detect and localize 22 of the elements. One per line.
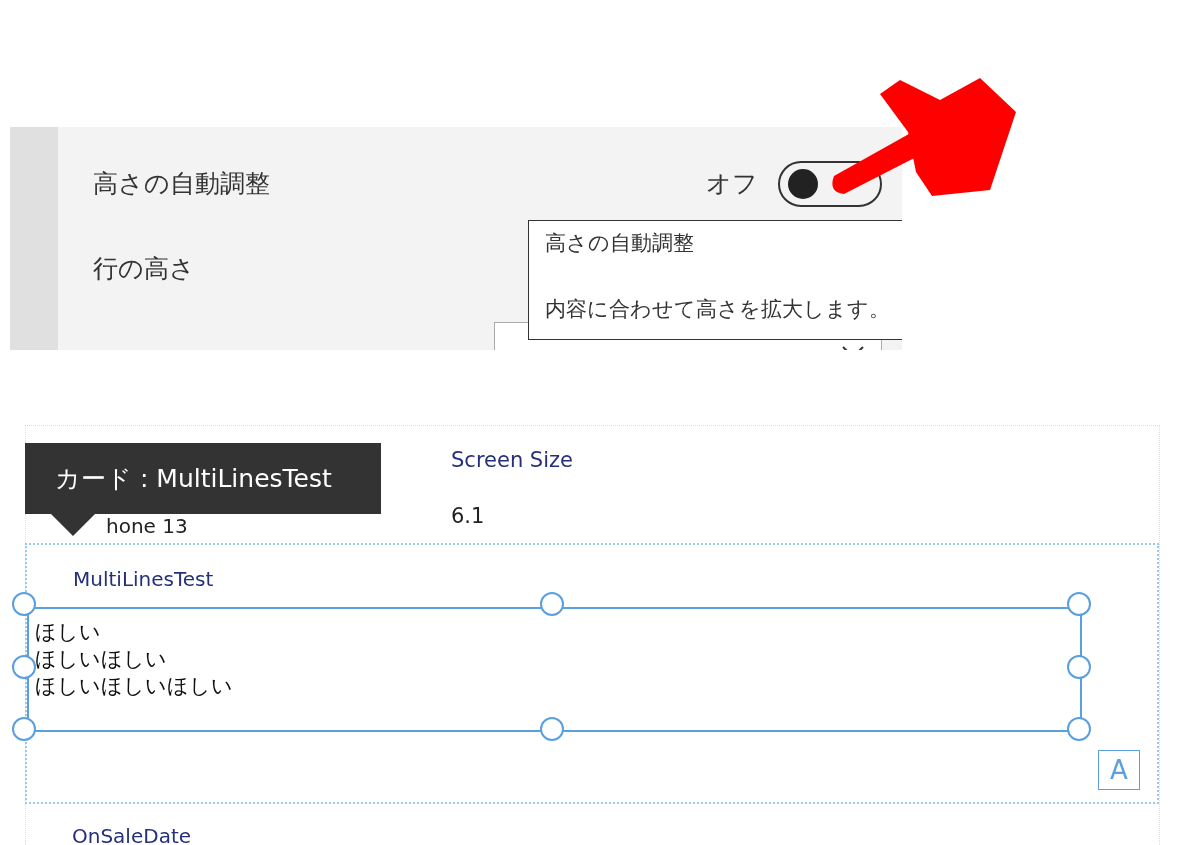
field-value: hone 13 — [106, 514, 188, 538]
resize-handle[interactable] — [12, 717, 36, 741]
text-line: ほしいほしいほしい — [35, 673, 234, 700]
resize-handle[interactable] — [1067, 592, 1091, 616]
setting-label: 行の高さ — [93, 253, 196, 285]
resize-handle[interactable] — [539, 592, 564, 616]
setting-label: 高さの自動調整 — [93, 168, 271, 200]
field-label: Screen Size — [451, 448, 573, 472]
field-label: MultiLinesTest — [73, 567, 214, 591]
resize-handle[interactable] — [12, 654, 36, 679]
field-value: 6.1 — [451, 504, 485, 528]
resize-handle[interactable] — [1067, 654, 1091, 679]
tooltip-title: 高さの自動調整 — [545, 230, 695, 257]
resize-handle[interactable] — [1067, 717, 1091, 741]
text-line: ほしい — [35, 619, 102, 646]
tooltip-description: 内容に合わせて高さを拡大します。 — [545, 296, 891, 323]
resize-handle[interactable] — [539, 717, 564, 741]
toggle-state-text: オフ — [706, 168, 758, 200]
field-label: OnSaleDate — [72, 824, 192, 845]
resize-handle[interactable] — [12, 592, 36, 616]
text-line: ほしいほしい — [35, 646, 168, 673]
text-box[interactable]: ほしい ほしいほしい ほしいほしいほしい — [27, 607, 1082, 732]
